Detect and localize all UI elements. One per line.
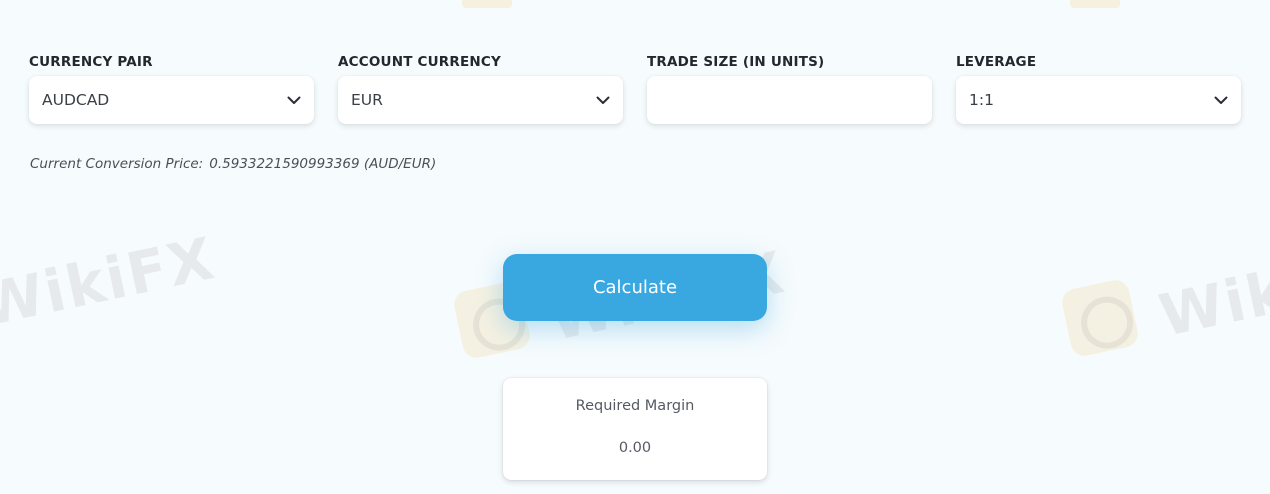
account-currency-select[interactable]: EUR	[338, 76, 623, 124]
leverage-field: LEVERAGE 1:1	[956, 52, 1241, 124]
conversion-price: Current Conversion Price: 0.593322159099…	[30, 156, 436, 172]
conversion-price-label: Current Conversion Price:	[30, 156, 204, 172]
required-margin-label: Required Margin	[575, 398, 695, 414]
account-currency-label: ACCOUNT CURRENCY	[338, 54, 501, 70]
watermark-logo-fragment	[462, 0, 512, 8]
leverage-value: 1:1	[969, 91, 994, 109]
conversion-price-value: 0.5933221590993369 (AUD/EUR)	[209, 156, 437, 172]
trade-size-field: TRADE SIZE (IN UNITS)	[647, 52, 932, 124]
leverage-select[interactable]: 1:1	[956, 76, 1241, 124]
calculate-button[interactable]: Calculate	[503, 254, 767, 321]
watermark-text: WikiFX	[1153, 233, 1270, 351]
currency-pair-value: AUDCAD	[42, 91, 110, 109]
margin-calculator: WikiFX WikiFX WikiFX CURRENCY PAIR AUDCA…	[0, 0, 1270, 494]
watermark-logo-fragment	[1070, 0, 1120, 8]
chevron-down-icon	[1213, 92, 1229, 108]
watermark-text: WikiFX	[0, 223, 222, 341]
required-margin-value: 0.00	[618, 440, 652, 456]
account-currency-value: EUR	[351, 91, 383, 109]
account-currency-field: ACCOUNT CURRENCY EUR	[338, 52, 623, 124]
currency-pair-field: CURRENCY PAIR AUDCAD	[29, 52, 314, 124]
watermark-logo	[1059, 277, 1141, 359]
trade-size-label: TRADE SIZE (IN UNITS)	[647, 54, 825, 70]
trade-size-input[interactable]	[660, 76, 920, 124]
leverage-label: LEVERAGE	[956, 54, 1037, 70]
chevron-down-icon	[595, 92, 611, 108]
chevron-down-icon	[286, 92, 302, 108]
required-margin-card: Required Margin 0.00	[503, 378, 767, 480]
currency-pair-label: CURRENCY PAIR	[29, 54, 153, 70]
currency-pair-select[interactable]: AUDCAD	[29, 76, 314, 124]
trade-size-input-box[interactable]	[647, 76, 932, 124]
